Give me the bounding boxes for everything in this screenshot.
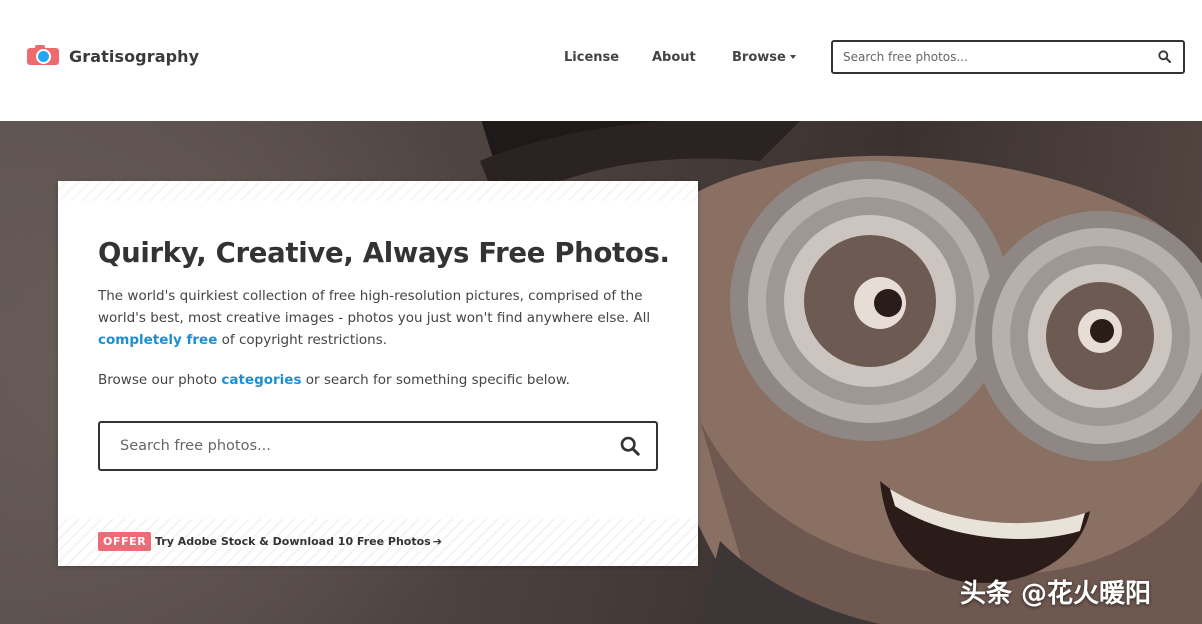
adobe-stock-offer-link[interactable]: Try Adobe Stock & Download 10 Free Photo… (155, 533, 442, 551)
search-icon[interactable] (1158, 50, 1171, 68)
hero-description-text: The world's quirkiest collection of free… (98, 288, 651, 326)
offer-badge: OFFER (98, 532, 152, 551)
search-icon[interactable] (620, 436, 640, 461)
browse-prompt-text-end: or search for something specific below. (301, 372, 570, 388)
arrow-right-icon: ➔ (432, 535, 442, 548)
caret-down-icon (789, 55, 796, 59)
camera-logo-icon (27, 45, 59, 67)
logo-text: Gratisography (69, 46, 200, 66)
browse-prompt: Browse our photo categories or search fo… (98, 369, 658, 391)
watermark-text: 头条 @花火暖阳 (960, 579, 1152, 609)
site-header: Gratisography License About Browse (0, 0, 1202, 121)
hero-description-text-end: of copyright restrictions. (217, 332, 388, 348)
site-logo[interactable]: Gratisography (27, 44, 199, 68)
hero-description: The world's quirkiest collection of free… (98, 285, 660, 351)
page-title: Quirky, Creative, Always Free Photos. (98, 237, 670, 269)
categories-link[interactable]: categories (221, 372, 301, 388)
hero-card: Quirky, Creative, Always Free Photos. Th… (58, 181, 698, 566)
offer-bar: OFFER Try Adobe Stock & Download 10 Free… (58, 519, 698, 566)
nav-browse[interactable]: Browse (732, 50, 796, 65)
browse-prompt-text: Browse our photo (98, 372, 222, 388)
nav-license[interactable]: License (564, 50, 619, 65)
card-top-stripe (58, 181, 698, 201)
completely-free-link[interactable]: completely free (98, 332, 217, 348)
nav-about[interactable]: About (652, 50, 696, 65)
offer-link-text: Try Adobe Stock & Download 10 Free Photo… (155, 535, 431, 548)
header-search-box (831, 40, 1185, 74)
nav-browse-label: Browse (732, 49, 786, 65)
header-search-input[interactable] (833, 43, 1143, 71)
hero-search-box (98, 421, 658, 471)
hero-search-input[interactable] (100, 423, 600, 469)
